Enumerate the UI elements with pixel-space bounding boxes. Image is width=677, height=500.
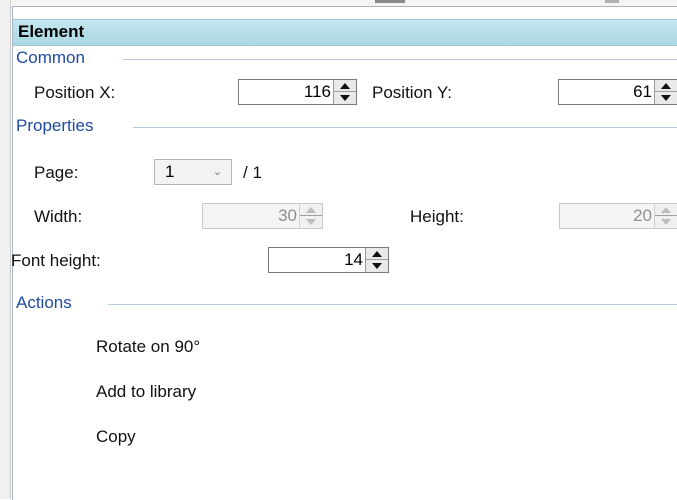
add-to-library-action[interactable]: Add to library [96,382,196,402]
arrow-up-icon [340,83,350,89]
width-up-button[interactable] [300,204,322,216]
font-height-label: Font height: [11,251,101,270]
arrow-down-icon [661,219,671,225]
position-y-up-button[interactable] [655,80,677,92]
background-left-strip [0,0,11,499]
section-common: Common [16,48,93,68]
height-label: Height: [410,207,464,226]
copy-action[interactable]: Copy [96,427,136,447]
width-spin-buttons [299,204,322,228]
arrow-down-icon [340,95,350,101]
properties-divider [133,127,677,128]
font-height-up-button[interactable] [366,248,388,260]
position-x-down-button[interactable] [334,92,356,104]
panel-title: Element [18,22,85,41]
background-artifact [605,0,619,3]
arrow-up-icon [306,207,316,213]
arrow-down-icon [306,219,316,225]
height-down-button[interactable] [655,216,677,228]
background-artifact [375,0,405,3]
common-divider [123,59,677,60]
arrow-up-icon [661,83,671,89]
position-y-value: 61 [633,82,652,101]
position-x-label: Position X: [34,83,116,102]
height-up-button[interactable] [655,204,677,216]
arrow-up-icon [372,251,382,257]
element-properties-panel: Element Common Position X: 116 Position … [11,6,677,500]
page-label: Page: [34,163,79,182]
height-spin-buttons [654,204,677,228]
section-actions: Actions [16,293,80,313]
width-stepper[interactable]: 30 [202,203,323,229]
font-height-down-button[interactable] [366,260,388,272]
arrow-down-icon [372,263,382,269]
section-properties: Properties [16,116,102,136]
position-x-value: 116 [303,82,331,101]
position-y-stepper[interactable]: 61 [558,79,677,105]
rotate-90-action[interactable]: Rotate on 90° [96,337,200,357]
height-value: 20 [633,206,652,225]
width-value: 30 [278,206,297,225]
height-stepper[interactable]: 20 [559,203,677,229]
width-down-button[interactable] [300,216,322,228]
position-x-spin-buttons [333,80,356,104]
position-y-down-button[interactable] [655,92,677,104]
page-select-value: 1 [165,162,175,181]
position-y-label: Position Y: [372,83,453,102]
position-x-up-button[interactable] [334,80,356,92]
arrow-up-icon [661,207,671,213]
chevron-down-icon: ⌄ [212,166,222,178]
position-y-spin-buttons [654,80,677,104]
font-height-stepper[interactable]: 14 [268,247,389,273]
page-total: / 1 [243,163,262,182]
font-height-spin-buttons [365,248,388,272]
width-label: Width: [34,207,83,226]
font-height-value: 14 [344,250,363,269]
arrow-down-icon [661,95,671,101]
page-select[interactable]: 1 ⌄ [154,159,232,185]
position-x-stepper[interactable]: 116 [238,79,357,105]
panel-header: Element [13,19,677,46]
actions-divider [108,304,677,305]
